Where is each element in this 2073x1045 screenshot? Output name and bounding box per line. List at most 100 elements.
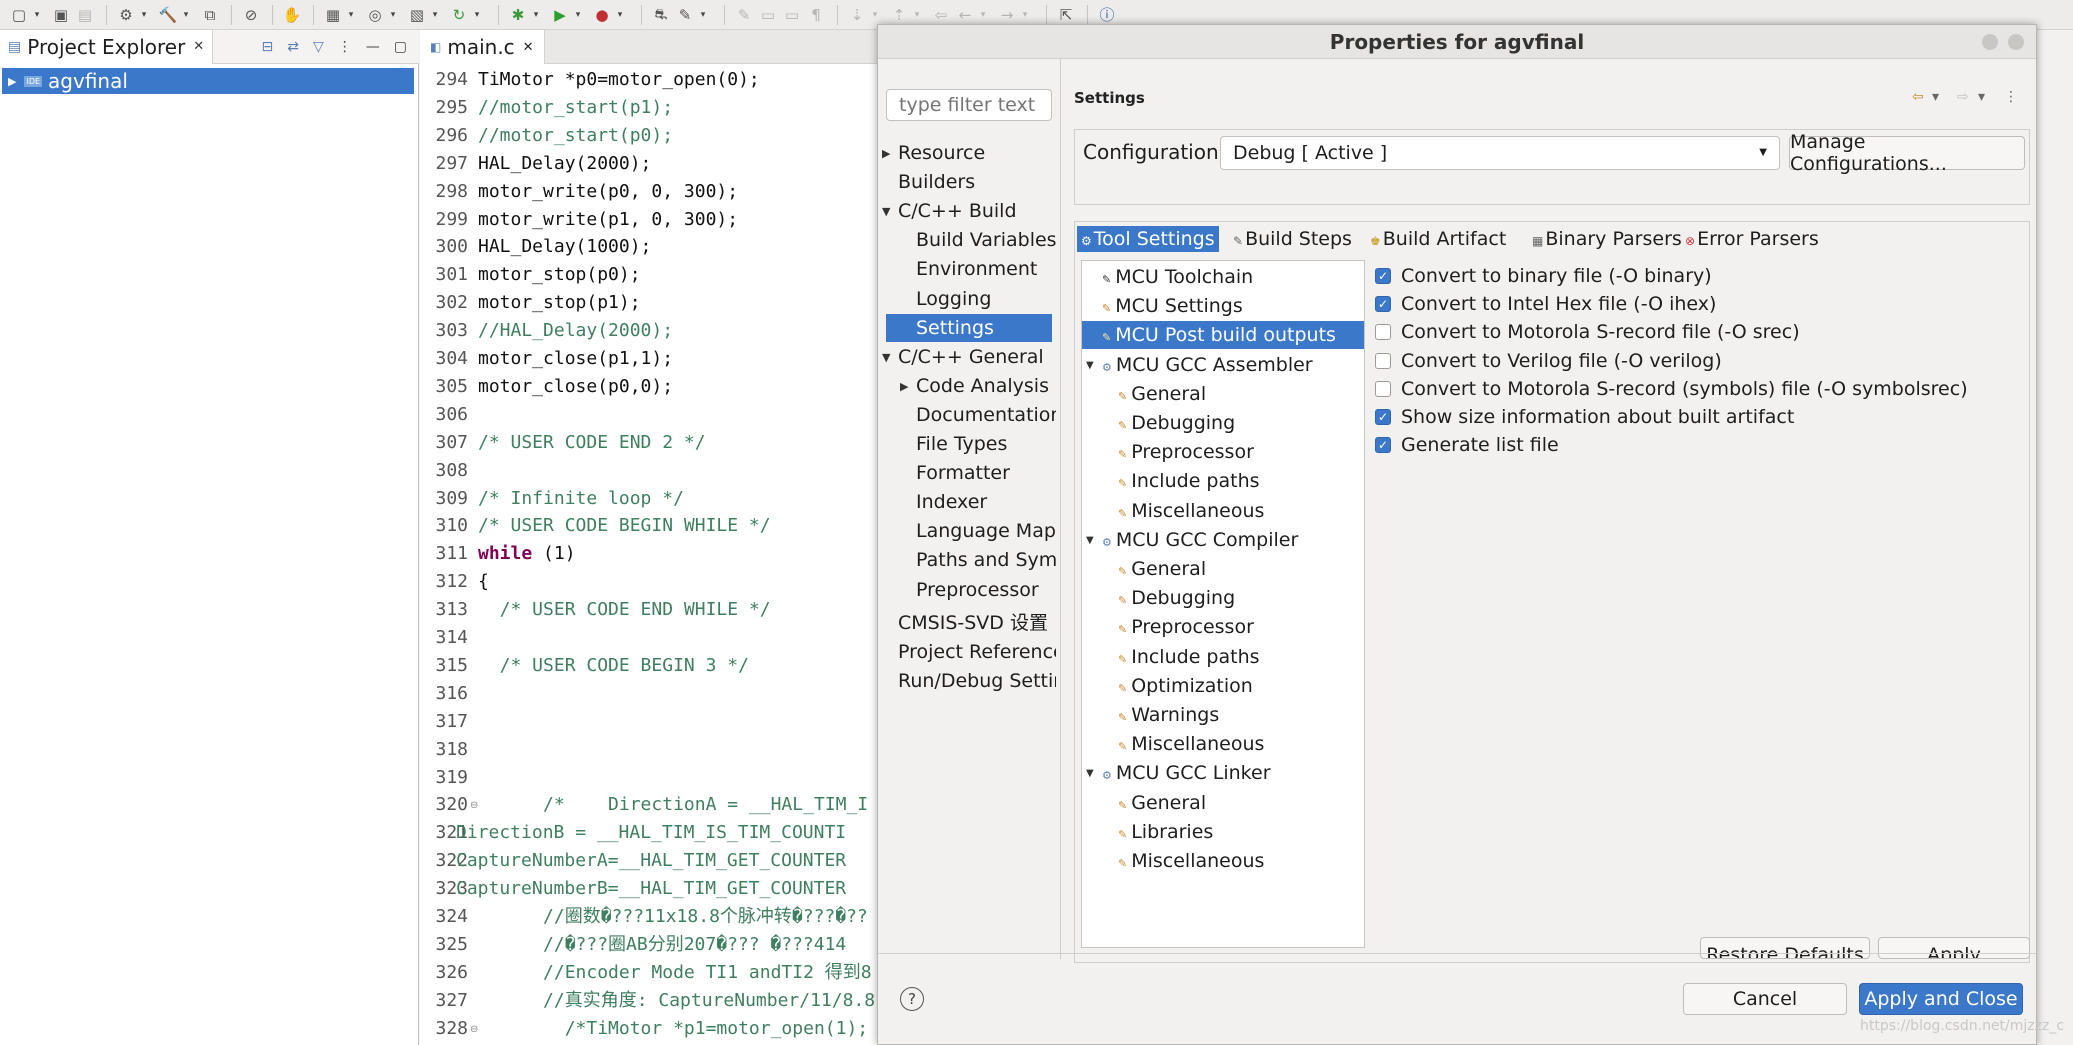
tree-item-project[interactable]: ▶ IDE agvfinal [2,68,414,94]
chevron-down-icon[interactable]: ▾ [139,4,149,26]
nav-item-builders[interactable]: Builders [898,168,1056,196]
option-row[interactable]: Convert to Motorola S-record file (-O sr… [1375,318,1800,346]
tab-main-c[interactable]: ◧ main.c ✕ [420,30,545,64]
tree-item-include-paths[interactable]: ✎ Include paths [1118,643,1260,671]
refresh-icon[interactable]: ↻ [448,4,470,26]
checkbox[interactable] [1375,324,1391,341]
chevron-right-icon[interactable]: ▶ [8,75,16,88]
new-folder-icon[interactable]: ▧ [406,4,428,26]
close-icon[interactable]: ✕ [193,39,204,54]
tree-item-miscellaneous[interactable]: ✎ Miscellaneous [1118,847,1264,875]
option-row[interactable]: ✓ Convert to Intel Hex file (-O ihex) [1375,290,1716,318]
chevron-down-icon[interactable]: ▾ [1020,4,1030,26]
nav-item-project-references[interactable]: Project References [898,638,1056,666]
next-edit-icon[interactable]: ⇣ [846,4,868,26]
nav-item-preprocessor[interactable]: Preprocessor [916,576,1056,604]
tree-item-optimization[interactable]: ✎ Optimization [1118,672,1253,700]
chevron-down-icon[interactable]: ▾ [181,4,191,26]
skip-breakpoints-icon[interactable]: ⊘ [240,4,262,26]
search-icon[interactable]: ✎ [674,4,696,26]
option-row[interactable]: Convert to Verilog file (-O verilog) [1375,347,1722,375]
nav-item-indexer[interactable]: Indexer [916,488,1056,516]
nav-item-file-types[interactable]: File Types [916,430,1056,458]
tree-item-libraries[interactable]: ✎ Libraries [1118,818,1213,846]
external-tools-icon[interactable]: ⛐ [650,4,672,26]
chevron-down-icon[interactable]: ▼ [1086,768,1094,779]
cancel-button[interactable]: Cancel [1683,983,1847,1015]
chevron-down-icon[interactable]: ▾ [472,4,482,26]
apply-button[interactable]: Apply [1878,937,2030,959]
open-perspective-icon[interactable]: ⇱ [1055,4,1077,26]
minimize-icon[interactable]: — [366,39,380,55]
chevron-down-icon[interactable]: ▼ [1086,360,1094,371]
tree-item-debugging[interactable]: ✎ Debugging [1118,584,1235,612]
debug-config-icon[interactable]: ⧉ [199,4,221,26]
tree-item-mcu-post-build-outputs[interactable]: ✎ MCU Post build outputs [1082,321,1364,350]
maximize-icon[interactable]: ▢ [394,39,407,55]
tree-item-miscellaneous[interactable]: ✎ Miscellaneous [1118,730,1264,758]
tab-build-artifact[interactable]: ♚ Build Artifact [1366,226,1510,252]
back-icon[interactable]: ⇦ [930,4,952,26]
tree-item-include-paths[interactable]: ✎ Include paths [1118,467,1260,495]
prev-edit-icon[interactable]: ⇡ [888,4,910,26]
configuration-select[interactable]: Debug [ Active ] ▼ [1220,136,1780,170]
chevron-down-icon[interactable]: ▾ [531,4,541,26]
chevron-down-icon[interactable]: ▾ [346,4,356,26]
prev-annotation-icon[interactable]: ▭ [781,4,803,26]
nav-item-cmsis-svd[interactable]: CMSIS-SVD 设置 [898,609,1056,637]
option-row[interactable]: ✓ Generate list file [1375,431,1559,459]
chevron-down-icon[interactable]: ▾ [615,4,625,26]
chevron-down-icon[interactable]: ▾ [1932,89,1939,105]
tree-item-warnings[interactable]: ✎ Warnings [1118,701,1219,729]
view-menu-icon[interactable]: ⋮ [338,39,352,55]
tree-item-preprocessor[interactable]: ✎ Preprocessor [1118,438,1254,466]
build-config-icon[interactable]: ⚙ [115,4,137,26]
apply-and-close-button[interactable]: Apply and Close [1859,983,2023,1015]
tree-item-preprocessor[interactable]: ✎ Preprocessor [1118,613,1254,641]
tab-project-explorer[interactable]: ▤ Project Explorer ✕ [0,29,214,64]
chevron-down-icon[interactable]: ▾ [1978,89,1985,105]
tab-tool-settings[interactable]: ⚙ Tool Settings [1077,226,1219,252]
tree-item-debugging[interactable]: ✎ Debugging [1118,409,1235,437]
tree-item-miscellaneous[interactable]: ✎ Miscellaneous [1118,497,1264,525]
manage-configurations-button[interactable]: Manage Configurations... [1789,131,2025,175]
tree-item-mcu-gcc-linker[interactable]: ⚙ MCU GCC Linker [1102,759,1271,787]
new-project-icon[interactable]: ✋ [281,4,303,26]
nav-item-documentation[interactable]: Documentation [916,401,1056,429]
code-area[interactable]: 294 TiMotor *p0=motor_open(0); 295 //motor_… [420,64,880,1045]
chevron-down-icon[interactable]: ▾ [870,4,880,26]
filter-icon[interactable]: ▽ [313,39,324,55]
next-annotation-icon[interactable]: ▭ [757,4,779,26]
chevron-down-icon[interactable]: ▾ [388,4,398,26]
forward-nav-icon[interactable]: → [996,4,1018,26]
chevron-down-icon[interactable]: ▾ [573,4,583,26]
checkbox[interactable]: ✓ [1375,268,1391,284]
option-row[interactable]: ✓ Convert to binary file (-O binary) [1375,262,1712,290]
tree-item-general[interactable]: ✎ General [1118,555,1206,583]
tree-item-mcu-gcc-compiler[interactable]: ⚙ MCU GCC Compiler [1102,526,1298,554]
run-config-icon[interactable]: ● [591,4,613,26]
chevron-down-icon[interactable]: ▾ [32,4,42,26]
chevron-down-icon[interactable]: ▼ [882,351,890,364]
tree-item-mcu-toolchain[interactable]: ✎ MCU Toolchain [1102,263,1253,291]
view-menu-icon[interactable]: ⋮ [2004,89,2018,105]
option-row[interactable]: Convert to Motorola S-record (symbols) f… [1375,375,1968,403]
save-all-icon[interactable]: ▤ [74,4,96,26]
chevron-right-icon[interactable]: ▶ [900,380,908,393]
checkbox[interactable]: ✓ [1375,409,1391,425]
link-editor-icon[interactable]: ⇄ [287,39,299,55]
new-class-icon[interactable]: ◎ [364,4,386,26]
pin-icon[interactable]: ✎ [733,4,755,26]
nav-item-language-mappings[interactable]: Language Mappings [916,517,1056,545]
new-icon[interactable]: ▢ [8,4,30,26]
build-icon[interactable]: 🔨 [157,4,179,26]
info-icon[interactable]: ⓘ [1096,4,1118,26]
nav-item-logging[interactable]: Logging [916,285,1056,313]
nav-item-c-c-general[interactable]: C/C++ General [898,343,1056,371]
tree-item-general[interactable]: ✎ General [1118,789,1206,817]
checkbox[interactable] [1375,380,1391,397]
nav-item-formatter[interactable]: Formatter [916,459,1056,487]
back-arrow-icon[interactable]: ⇦ [1912,89,1924,105]
tab-error-parsers[interactable]: ⊗ Error Parsers [1681,226,1823,252]
nav-item-build-variables[interactable]: Build Variables [916,226,1056,254]
